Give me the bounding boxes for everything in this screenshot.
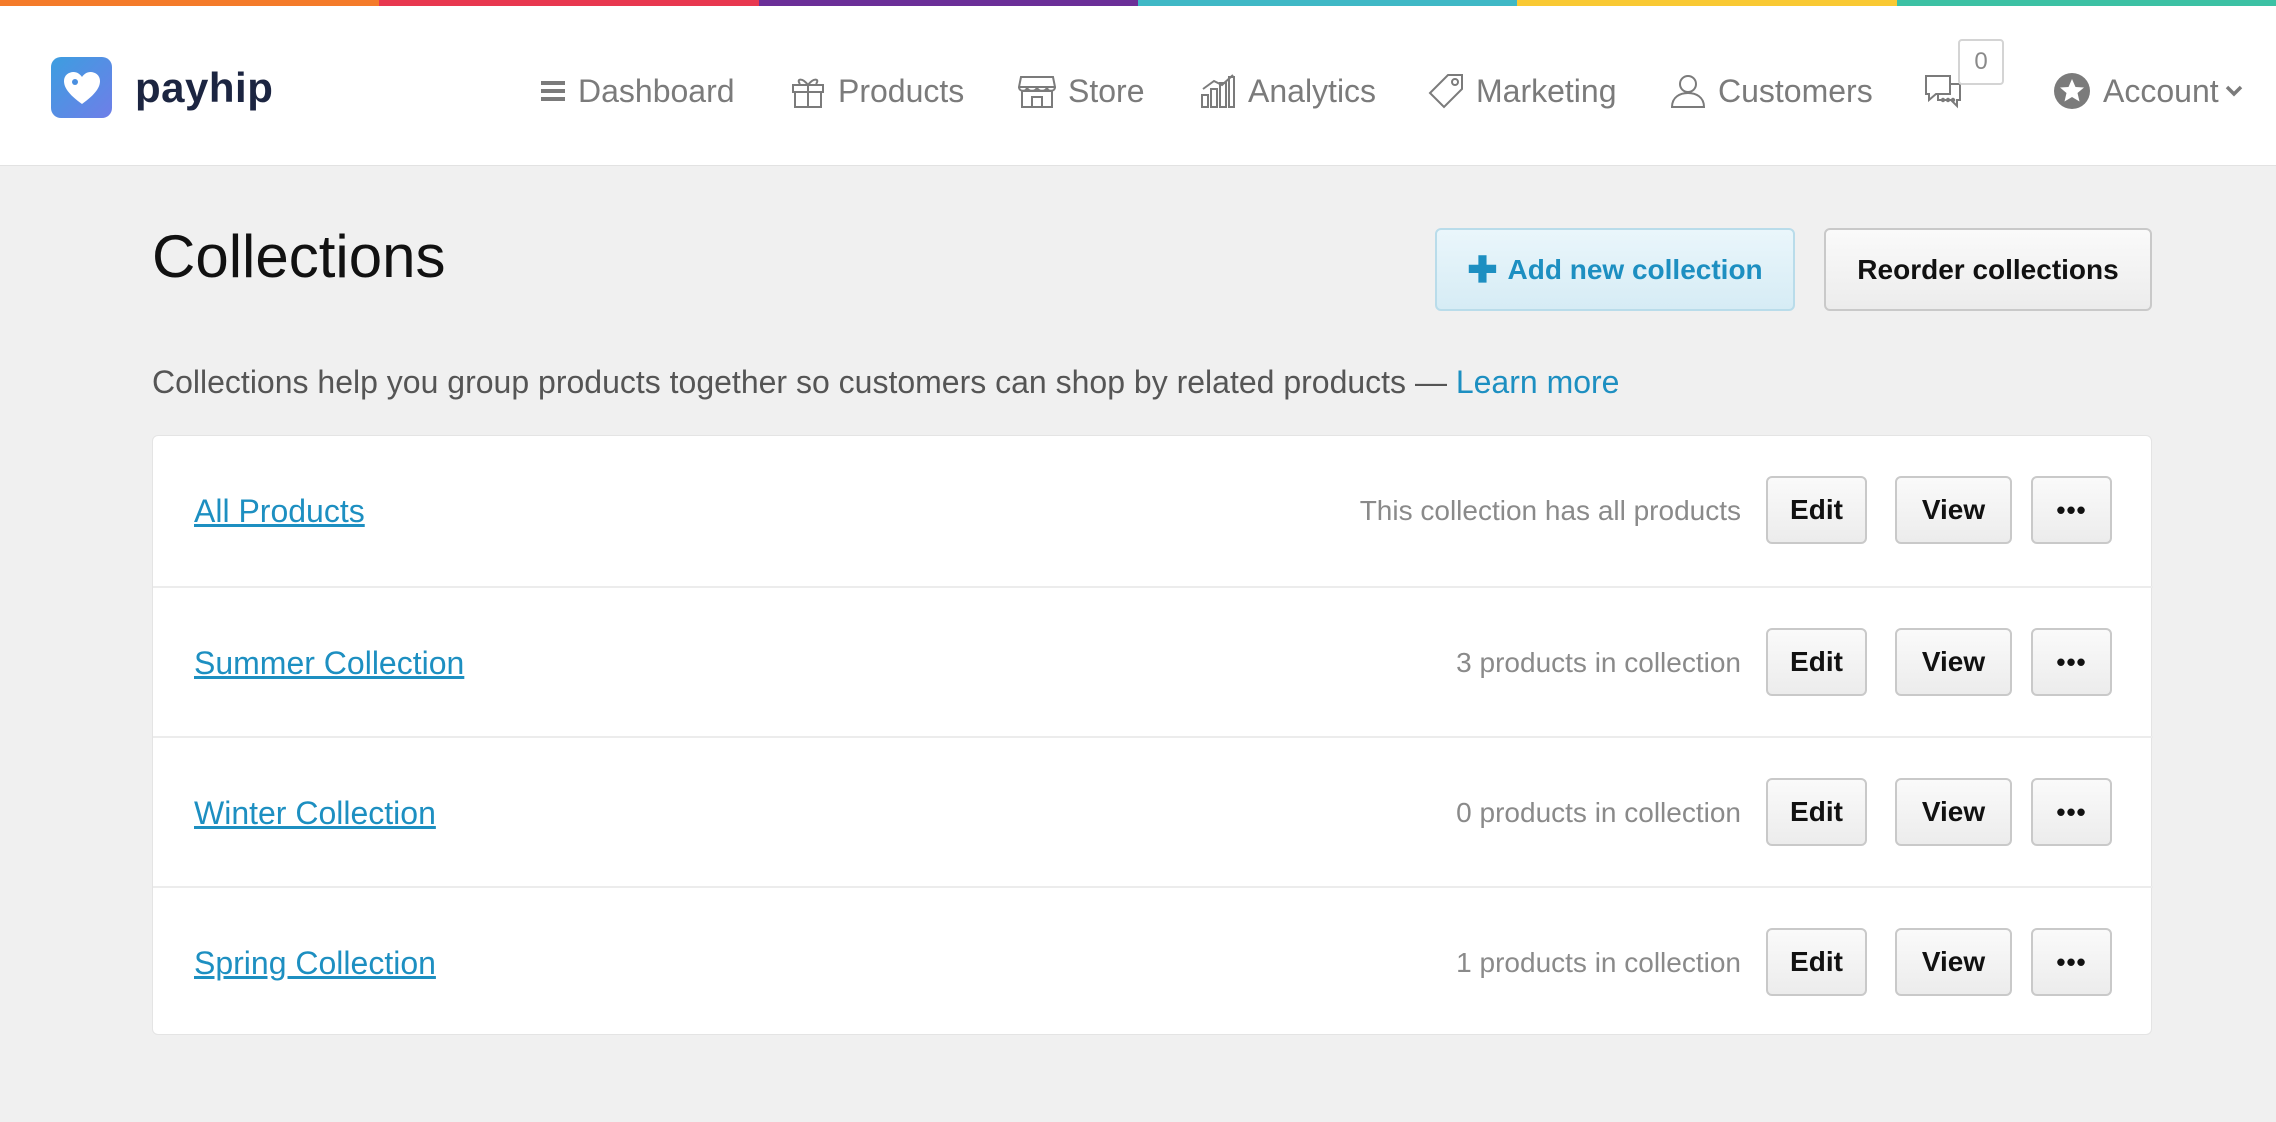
view-button[interactable]: View [1895, 928, 2012, 996]
reorder-collections-button[interactable]: Reorder collections [1824, 228, 2152, 311]
nav-marketing[interactable]: Marketing [1428, 63, 1617, 119]
storefront-icon [1018, 76, 1056, 108]
nav-analytics-label: Analytics [1248, 72, 1377, 109]
view-button[interactable]: View [1895, 778, 2012, 846]
gift-icon [792, 78, 824, 108]
more-options-button[interactable]: ••• [2031, 476, 2112, 544]
brand-logo[interactable]: payhip [51, 57, 273, 118]
list-item: Spring Collection 1 products in collecti… [153, 886, 2153, 1036]
nav-products-label: Products [838, 72, 965, 109]
nav-account-label: Account [2103, 72, 2219, 109]
collection-product-count: This collection has all products [1359, 495, 1741, 526]
menu-icon [541, 81, 565, 101]
edit-button[interactable]: Edit [1766, 928, 1867, 996]
edit-button[interactable]: Edit [1766, 628, 1867, 696]
learn-more-link[interactable]: Learn more [1456, 364, 1620, 400]
plus-icon: ✚ [1467, 248, 1498, 290]
top-header: payhip Dashboard Products Store Analytic… [0, 6, 2276, 166]
list-item: All Products This collection has all pro… [153, 436, 2153, 586]
collection-name-link[interactable]: Winter Collection [194, 738, 436, 888]
view-button[interactable]: View [1895, 476, 2012, 544]
add-new-collection-button[interactable]: ✚ Add new collection [1435, 228, 1795, 311]
nav-account[interactable]: Account [2053, 63, 2243, 119]
brand-name: payhip [135, 63, 274, 111]
heart-tag-icon [51, 57, 112, 118]
collections-list: All Products This collection has all pro… [152, 435, 2153, 1036]
nav-dashboard[interactable]: Dashboard [540, 63, 735, 119]
tag-icon [1428, 74, 1463, 109]
nav-store[interactable]: Store [1018, 63, 1144, 119]
collection-product-count: 0 products in collection [1456, 797, 1741, 828]
nav-marketing-label: Marketing [1476, 72, 1617, 109]
nav-customers[interactable]: Customers [1670, 63, 1873, 119]
nav-store-label: Store [1068, 72, 1145, 109]
intro-description: Collections help you group products toge… [152, 364, 1447, 400]
intro-text: Collections help you group products toge… [152, 364, 1619, 401]
more-options-button[interactable]: ••• [2031, 628, 2112, 696]
nav-customers-label: Customers [1718, 72, 1873, 109]
star-circle-icon [2054, 73, 2090, 109]
chevron-down-icon [2225, 85, 2242, 97]
collection-product-count: 1 products in collection [1456, 947, 1741, 978]
collection-name-link[interactable]: All Products [194, 436, 365, 586]
edit-button[interactable]: Edit [1766, 476, 1867, 544]
collection-product-count: 3 products in collection [1456, 647, 1741, 678]
list-item: Winter Collection 0 products in collecti… [153, 736, 2153, 886]
collection-name-link[interactable]: Summer Collection [194, 588, 464, 738]
nav-dashboard-label: Dashboard [578, 72, 735, 109]
bar-chart-icon [1201, 74, 1235, 108]
page-title: Collections [152, 223, 446, 290]
messages-count-badge: 0 [1958, 39, 2004, 85]
more-options-button[interactable]: ••• [2031, 778, 2112, 846]
list-item: Summer Collection 3 products in collecti… [153, 586, 2153, 736]
user-icon [1670, 75, 1706, 108]
nav-analytics[interactable]: Analytics [1200, 63, 1376, 119]
add-new-collection-label: Add new collection [1507, 253, 1763, 285]
nav-products[interactable]: Products [790, 63, 964, 119]
edit-button[interactable]: Edit [1766, 778, 1867, 846]
more-options-button[interactable]: ••• [2031, 928, 2112, 996]
collection-name-link[interactable]: Spring Collection [194, 888, 436, 1038]
view-button[interactable]: View [1895, 628, 2012, 696]
